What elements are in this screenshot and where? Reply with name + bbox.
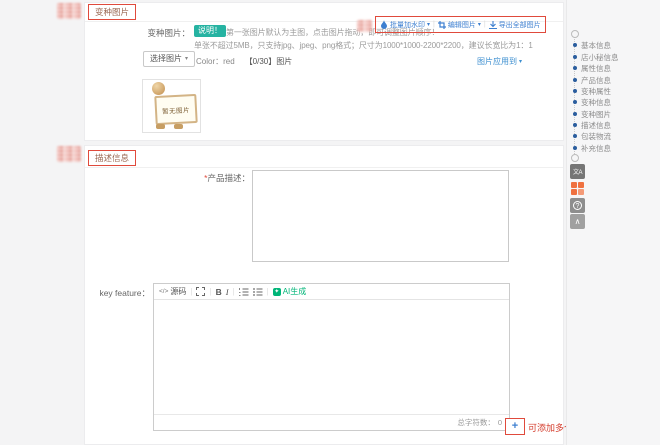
export-all-images-button[interactable]: 导出全部图片	[489, 20, 541, 30]
nav-bottom-circle	[571, 154, 579, 162]
mascot-head	[152, 82, 165, 95]
chevron-down-icon: ▾	[478, 21, 481, 28]
source-code-icon: </>	[159, 288, 168, 295]
sidebar-item-description-info[interactable]: 描述信息	[567, 120, 611, 130]
sidebar-item-variant-images[interactable]: 变种图片	[567, 109, 611, 119]
section-title-description: 描述信息	[88, 150, 136, 166]
bullet-dot-icon	[573, 55, 577, 59]
char-count-label: 总字符数：	[457, 417, 495, 428]
bullet-dot-icon	[573, 100, 577, 104]
bullet-dot-icon	[573, 146, 577, 150]
image-count: 【0/30】图片	[245, 56, 293, 67]
sidebar-item-product-info[interactable]: 产品信息	[567, 75, 611, 85]
char-count-value: 0	[498, 418, 502, 427]
crop-icon	[438, 21, 446, 29]
sidebar-item-packaging-logistics[interactable]: 包装物流	[567, 131, 611, 141]
unordered-list-icon[interactable]	[253, 288, 263, 296]
variant-image-field-label: 变种图片：	[138, 27, 190, 39]
section-title-variant-images: 变种图片	[88, 4, 136, 20]
editor-content-area[interactable]	[154, 300, 509, 414]
anchor-nav-sidebar: 基本信息 店小秘信息 属性信息 产品信息 变种属性 变种信息 变种图片 描述信息…	[566, 0, 660, 445]
bullet-dot-icon	[573, 123, 577, 127]
toolbar-separator: |	[484, 21, 486, 28]
collapse-up-icon[interactable]: ∧	[570, 214, 585, 229]
apply-images-to-link[interactable]: 图片应用到 ▾	[477, 56, 522, 67]
ai-generate-button[interactable]: ✦ AI生成	[273, 286, 307, 297]
edit-image-button[interactable]: 编辑图片 ▾	[438, 20, 481, 30]
sidebar-item-basic-info[interactable]: 基本信息	[567, 40, 611, 50]
nav-top-circle	[571, 30, 579, 38]
redacted-stamp	[57, 146, 81, 162]
color-label: Color：red	[196, 56, 235, 67]
bullet-dot-icon	[573, 66, 577, 70]
sidebar-item-dianxiaomi-info[interactable]: 店小秘信息	[567, 52, 619, 62]
translate-icon[interactable]: 文A	[570, 164, 585, 179]
editor-separator: |	[267, 287, 269, 296]
bullet-dot-icon	[573, 134, 577, 138]
key-feature-editor: </> 源码 | | B I | | ✦ AI生成 总字符数： 0	[153, 283, 510, 431]
add-selling-point-annotation-box: +	[505, 418, 525, 435]
redacted-stamp	[57, 3, 81, 19]
notice-badge: 说明！	[194, 25, 226, 37]
ordered-list-icon[interactable]	[239, 288, 249, 296]
editor-status-bar: 总字符数： 0	[154, 414, 509, 430]
ai-sparkle-icon: ✦	[273, 288, 281, 296]
mascot-foot	[156, 124, 165, 129]
bullet-dot-icon	[573, 112, 577, 116]
color-info-row: Color：red 【0/30】图片	[196, 56, 292, 67]
editor-separator: |	[190, 287, 192, 296]
image-toolbar-annotation-box: 批量加水印 ▾ | 编辑图片 ▾ | 导出全部图片	[375, 16, 546, 33]
key-feature-label: key feature：	[98, 287, 150, 299]
card2-header-divider	[85, 167, 563, 168]
watermark-icon	[380, 20, 388, 29]
fullscreen-icon[interactable]	[196, 287, 205, 296]
sidebar-item-attribute-info[interactable]: 属性信息	[567, 63, 611, 73]
sidebar-item-variant-attrs[interactable]: 变种属性	[567, 86, 611, 96]
bold-button[interactable]: B	[216, 287, 222, 297]
download-icon	[489, 21, 497, 29]
add-selling-point-button[interactable]: +	[512, 421, 518, 432]
product-description-label: *产品描述：	[198, 172, 250, 184]
product-description-textarea[interactable]	[252, 170, 509, 262]
notice-line2: 单张不超过5MB，只支持jpg、jpeg、png格式；尺寸为1000*1000-…	[194, 40, 533, 51]
select-image-button[interactable]: 选择图片 ▾	[143, 51, 195, 67]
chevron-down-icon: ▾	[185, 54, 188, 64]
apps-grid-icon[interactable]	[570, 181, 585, 196]
help-icon[interactable]: ?	[570, 198, 585, 213]
batch-watermark-button[interactable]: 批量加水印 ▾	[380, 20, 430, 30]
editor-separator: |	[233, 287, 235, 296]
apps-grid-shape	[571, 182, 584, 195]
bullet-dot-icon	[573, 43, 577, 47]
redacted-stamp	[357, 20, 372, 32]
no-image-sign: 暂无图片	[154, 94, 197, 125]
no-image-placeholder: 暂无图片	[142, 79, 201, 133]
toolbar-separator: |	[433, 21, 435, 28]
chevron-down-icon: ▾	[427, 21, 430, 28]
editor-separator: |	[209, 287, 211, 296]
sidebar-item-variant-info[interactable]: 变种信息	[567, 97, 611, 107]
bullet-dot-icon	[573, 89, 577, 93]
italic-button[interactable]: I	[226, 287, 229, 297]
sidebar-item-supplementary-info[interactable]: 补充信息	[567, 143, 611, 153]
source-code-button[interactable]: </> 源码	[159, 286, 186, 297]
chevron-down-icon: ▾	[519, 58, 522, 65]
mascot-foot	[174, 124, 183, 129]
bullet-dot-icon	[573, 78, 577, 82]
editor-toolbar: </> 源码 | | B I | | ✦ AI生成	[154, 284, 509, 300]
